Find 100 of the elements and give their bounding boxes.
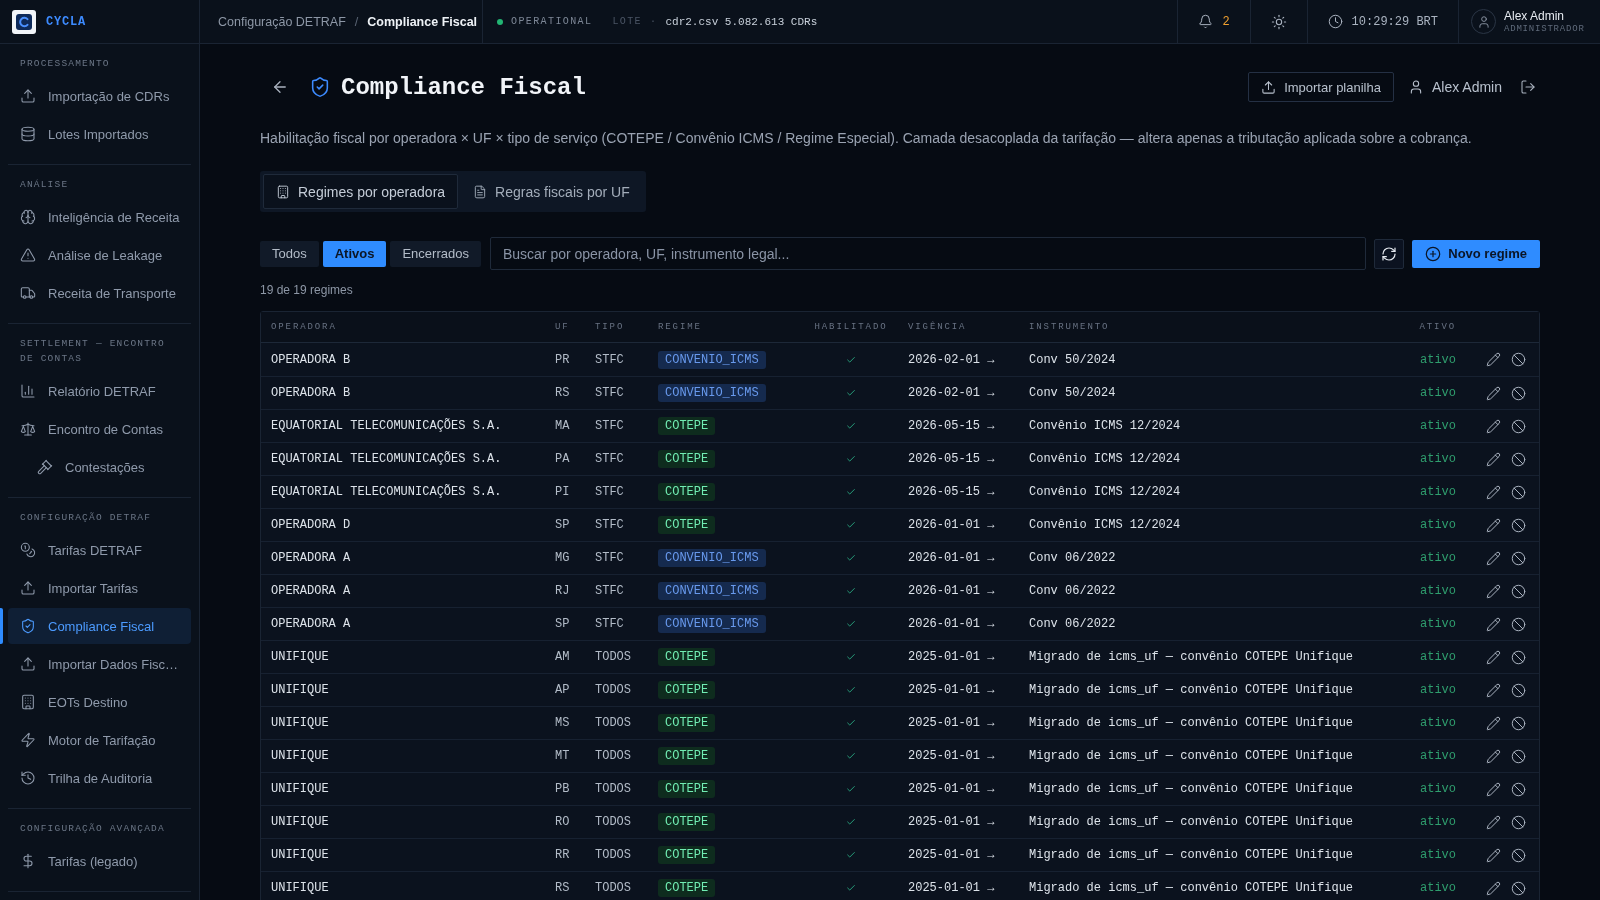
filter-button[interactable]: Todos	[260, 240, 319, 267]
column-header: HABILITADO	[813, 322, 889, 332]
ban-icon[interactable]	[1511, 847, 1526, 863]
pencil-icon[interactable]	[1486, 616, 1501, 632]
regime-tag: COTEPE	[658, 780, 716, 798]
table-cell-text: 2026-01-01 →	[908, 617, 996, 631]
ban-icon[interactable]	[1511, 385, 1526, 401]
sidebar-item[interactable]: Análise de Leakage	[8, 237, 191, 273]
refresh-button[interactable]	[1374, 238, 1405, 269]
ban-icon[interactable]	[1511, 352, 1526, 367]
tab[interactable]: Regimes por operadora	[263, 174, 459, 209]
table-cell-text: 2025-01-01 →	[908, 848, 996, 862]
pencil-icon[interactable]	[1486, 682, 1501, 698]
ban-icon[interactable]	[1511, 814, 1526, 830]
sidebar-item[interactable]: Compliance Fiscal	[8, 608, 191, 644]
table-cell-text: TODOS	[595, 683, 632, 697]
sidebar-item[interactable]: Motor de Tarifação	[8, 722, 191, 758]
sidebar-item[interactable]: EOTs Destino	[8, 684, 191, 720]
pencil-icon[interactable]	[1486, 583, 1501, 599]
sidebar-item[interactable]: Receita de Transporte	[8, 275, 191, 311]
sidebar-item[interactable]: Importar Tarifas	[8, 570, 191, 606]
pencil-icon[interactable]	[1486, 385, 1501, 401]
regime-tag: COTEPE	[658, 417, 716, 435]
ban-icon[interactable]	[1511, 682, 1526, 698]
table-cell-text: MG	[555, 551, 571, 565]
sidebar-item[interactable]: Trilha de Auditoria	[8, 760, 191, 796]
ban-icon[interactable]	[1511, 517, 1526, 533]
regime-tag: COTEPE	[658, 483, 716, 501]
pencil-icon[interactable]	[1486, 649, 1501, 665]
sun-icon[interactable]	[1270, 13, 1287, 30]
ban-icon[interactable]	[1511, 583, 1526, 599]
table-cell-text: TODOS	[595, 815, 632, 829]
pencil-icon[interactable]	[1486, 847, 1501, 863]
pencil-icon[interactable]	[1486, 517, 1501, 533]
table-cell-text: RO	[555, 815, 571, 829]
status-label: ativo	[1419, 716, 1456, 730]
batch-separator: ·	[650, 16, 658, 27]
new-regime-button[interactable]: Novo regime	[1412, 239, 1540, 268]
table-cell-text: Migrado de icms_uf — convênio COTEPE Unifique	[1029, 848, 1355, 862]
lightning-icon	[20, 732, 36, 748]
pencil-icon[interactable]	[1486, 880, 1501, 896]
table-cell-text: AM	[555, 650, 571, 664]
table-cell-text: PA	[555, 452, 571, 466]
ban-icon[interactable]	[1511, 418, 1526, 434]
sidebar-item[interactable]: Tarifas (legado)	[8, 843, 191, 879]
pencil-icon[interactable]	[1486, 484, 1501, 500]
pencil-icon[interactable]	[1486, 814, 1501, 830]
table-cell-text: 2025-01-01 →	[908, 815, 996, 829]
tab[interactable]: Regras fiscais por UF	[460, 174, 643, 209]
sidebar-item[interactable]: Inteligência de Receita	[8, 199, 191, 235]
regime-tag: COTEPE	[658, 648, 716, 666]
breadcrumb-link[interactable]: Configuração DETRAF	[218, 14, 346, 29]
filter-button[interactable]: Encerrados	[390, 240, 481, 267]
filter-button[interactable]: Ativos	[322, 240, 387, 267]
pencil-icon[interactable]	[1486, 418, 1501, 434]
ban-icon[interactable]	[1511, 616, 1526, 632]
ban-icon[interactable]	[1511, 451, 1526, 467]
sidebar-item[interactable]: Contestações	[8, 449, 191, 485]
upload-icon	[20, 580, 36, 596]
ban-icon[interactable]	[1511, 880, 1526, 896]
table-cell-text: RJ	[555, 584, 571, 598]
ban-icon[interactable]	[1511, 649, 1526, 665]
table-cell-text: SP	[555, 617, 571, 631]
sidebar-item[interactable]: Importar Dados Fisc…	[8, 646, 191, 682]
table-cell-text: Convênio ICMS 12/2024	[1029, 452, 1182, 466]
ban-icon[interactable]	[1511, 550, 1526, 566]
import-button[interactable]: Importar planilha	[1248, 72, 1394, 102]
table-cell-text: EQUATORIAL TELECOMUNICAÇÕES S.A.	[271, 419, 503, 433]
pencil-icon[interactable]	[1486, 451, 1501, 467]
dollar-icon	[20, 853, 36, 869]
ban-icon[interactable]	[1511, 484, 1526, 500]
status-label: ativo	[1419, 749, 1456, 763]
sidebar-item[interactable]: Relatório DETRAF	[8, 373, 191, 409]
table-cell-text: Convênio ICMS 12/2024	[1029, 518, 1182, 532]
pencil-icon[interactable]	[1486, 781, 1501, 797]
table-cell-text: Conv 50/2024	[1029, 352, 1117, 367]
regime-tag: CONVENIO_ICMS	[658, 549, 766, 567]
shield-check-icon	[309, 76, 331, 98]
pencil-icon[interactable]	[1486, 352, 1501, 367]
table-cell-text: MS	[555, 716, 571, 730]
document-icon	[473, 184, 488, 199]
ban-icon[interactable]	[1511, 781, 1526, 797]
status-label: ativo	[1419, 881, 1456, 895]
table-cell-text: 2025-01-01 →	[908, 650, 996, 664]
search-field[interactable]: Buscar por operadora, UF, instrumento legal...	[489, 237, 1367, 270]
status-label: ativo	[1419, 419, 1456, 433]
regime-tag: CONVENIO_ICMS	[658, 350, 766, 369]
ban-icon[interactable]	[1511, 715, 1526, 731]
pencil-icon[interactable]	[1486, 715, 1501, 731]
table-cell-text: STFC	[595, 352, 625, 367]
table-cell-text: Migrado de icms_uf — convênio COTEPE Unifique	[1029, 716, 1355, 730]
bell-icon[interactable]	[1198, 14, 1214, 29]
gavel-icon	[37, 459, 53, 475]
sidebar-item[interactable]: Tarifas DETRAF	[8, 532, 191, 568]
pencil-icon[interactable]	[1486, 550, 1501, 566]
ban-icon[interactable]	[1511, 748, 1526, 764]
sidebar-item[interactable]: Importação de CDRs	[8, 78, 191, 114]
pencil-icon[interactable]	[1486, 748, 1501, 764]
sidebar-item[interactable]: Encontro de Contas	[8, 411, 191, 447]
sidebar-item[interactable]: Lotes Importados	[8, 116, 191, 152]
